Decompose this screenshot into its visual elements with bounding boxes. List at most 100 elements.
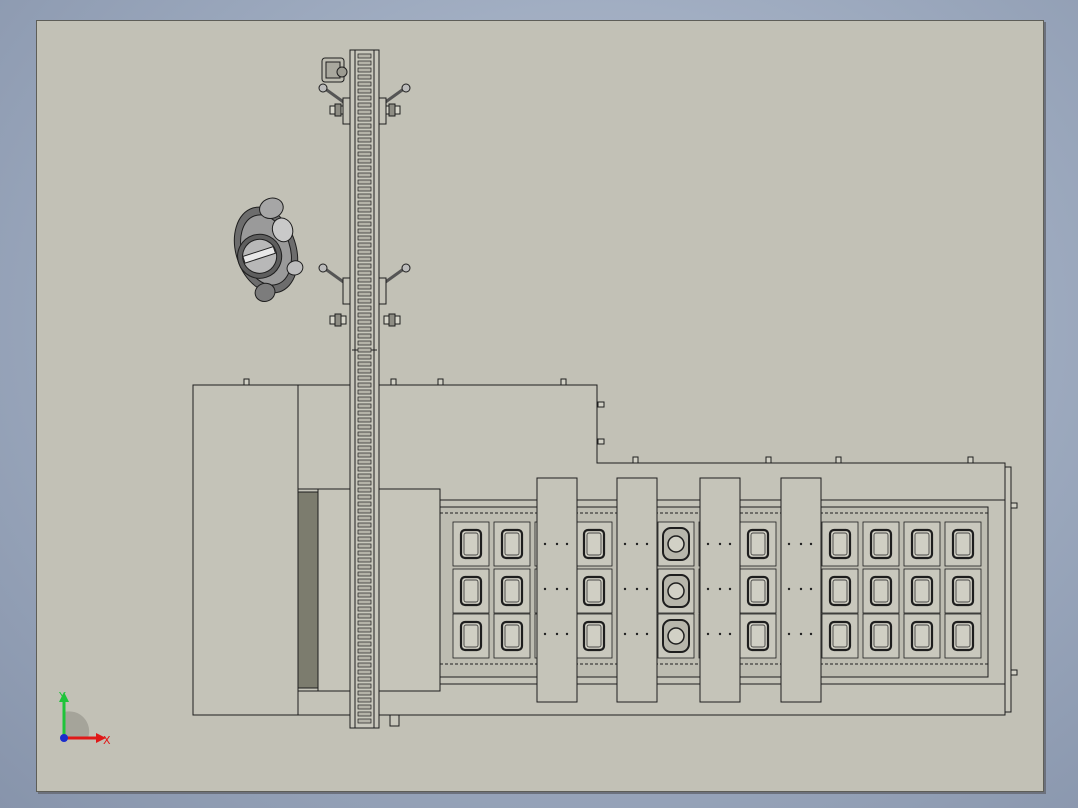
chain-link: [357, 417, 372, 423]
station-bolt: [809, 632, 813, 636]
chain-link: [357, 340, 372, 346]
chain-link: [357, 529, 372, 535]
chain-link: [357, 284, 372, 290]
chain-link: [357, 319, 372, 325]
chain-link: [357, 648, 372, 654]
station-bolt: [718, 587, 722, 591]
station-bolt: [645, 632, 649, 636]
chain-link: [357, 515, 372, 521]
chain-link: [357, 641, 372, 647]
chain-link: [357, 207, 372, 213]
chain-link: [357, 305, 372, 311]
chain-link: [357, 606, 372, 612]
chain-link: [357, 130, 372, 136]
chain-link: [357, 620, 372, 626]
chain-link: [357, 263, 372, 269]
z-axis-dot: [60, 734, 68, 742]
chain-link: [357, 116, 372, 122]
sensor-post: [378, 97, 387, 125]
chain-link: [357, 354, 372, 360]
station-bolt: [555, 587, 559, 591]
chain-link: [357, 634, 372, 640]
assembly-drawing: [192, 49, 1018, 729]
station-bolt: [809, 587, 813, 591]
station-bolt: [623, 587, 627, 591]
sensor-post: [378, 277, 387, 305]
chain-link: [357, 375, 372, 381]
chain-link: [357, 256, 372, 262]
station-bolt: [623, 632, 627, 636]
chain-link: [357, 326, 372, 332]
chain-link: [357, 431, 372, 437]
sensor-post: [342, 97, 351, 125]
chain-link: [357, 480, 372, 486]
chain-link: [357, 438, 372, 444]
station-bolt: [809, 542, 813, 546]
chain-link: [357, 627, 372, 633]
sensor-head: [318, 83, 328, 93]
chain-link: [357, 88, 372, 94]
chain-link: [357, 74, 372, 80]
chain-link: [357, 172, 372, 178]
chain-link: [357, 361, 372, 367]
chain-link: [357, 81, 372, 87]
chain-link: [357, 291, 372, 297]
cad-viewport[interactable]: Y X: [0, 0, 1078, 808]
bracket-bolt: [388, 313, 396, 327]
station-bolt: [635, 632, 639, 636]
chain-link: [357, 53, 372, 59]
chain-link: [357, 277, 372, 283]
chain-link: [357, 151, 372, 157]
chain-link: [357, 389, 372, 395]
chain-link: [357, 137, 372, 143]
station-bolt: [706, 587, 710, 591]
station-bolt: [645, 542, 649, 546]
chain-link: [357, 200, 372, 206]
chain-link: [357, 123, 372, 129]
chain-link: [357, 466, 372, 472]
station-bolt: [718, 542, 722, 546]
chain-link: [357, 179, 372, 185]
chain-link: [357, 298, 372, 304]
station-bolt: [728, 542, 732, 546]
chain-link: [357, 473, 372, 479]
station-bolt: [565, 587, 569, 591]
station-bolt: [543, 542, 547, 546]
chain-link: [357, 459, 372, 465]
chain-link: [357, 67, 372, 73]
chain-link: [357, 501, 372, 507]
chain-link: [357, 697, 372, 703]
chain-link: [357, 228, 372, 234]
chain-link: [357, 522, 372, 528]
station-bolt: [543, 587, 547, 591]
chain-link: [357, 347, 372, 353]
chain-link: [357, 165, 372, 171]
chain-link: [357, 683, 372, 689]
chain-link: [357, 599, 372, 605]
triad-plane: [64, 711, 90, 738]
station-bolt: [635, 587, 639, 591]
tray-cup-center: [667, 535, 685, 553]
chain-link: [357, 557, 372, 563]
chain-link: [357, 235, 372, 241]
chain-link: [357, 95, 372, 101]
chain-link: [357, 214, 372, 220]
chain-link: [357, 571, 372, 577]
chain-link: [357, 60, 372, 66]
station-bolt: [706, 632, 710, 636]
x-axis-label: X: [103, 734, 111, 747]
chain-link: [357, 487, 372, 493]
chain-link: [357, 368, 372, 374]
chain-link: [357, 494, 372, 500]
chain-link: [357, 662, 372, 668]
station-bolt: [565, 542, 569, 546]
sensor-post: [342, 277, 351, 305]
station-bolt: [718, 632, 722, 636]
sensor-head: [401, 83, 411, 93]
chain-link: [357, 109, 372, 115]
chain-link: [357, 676, 372, 682]
chain-link: [357, 452, 372, 458]
station-bolt: [555, 632, 559, 636]
y-axis-label: Y: [58, 690, 66, 703]
chain-link: [357, 242, 372, 248]
